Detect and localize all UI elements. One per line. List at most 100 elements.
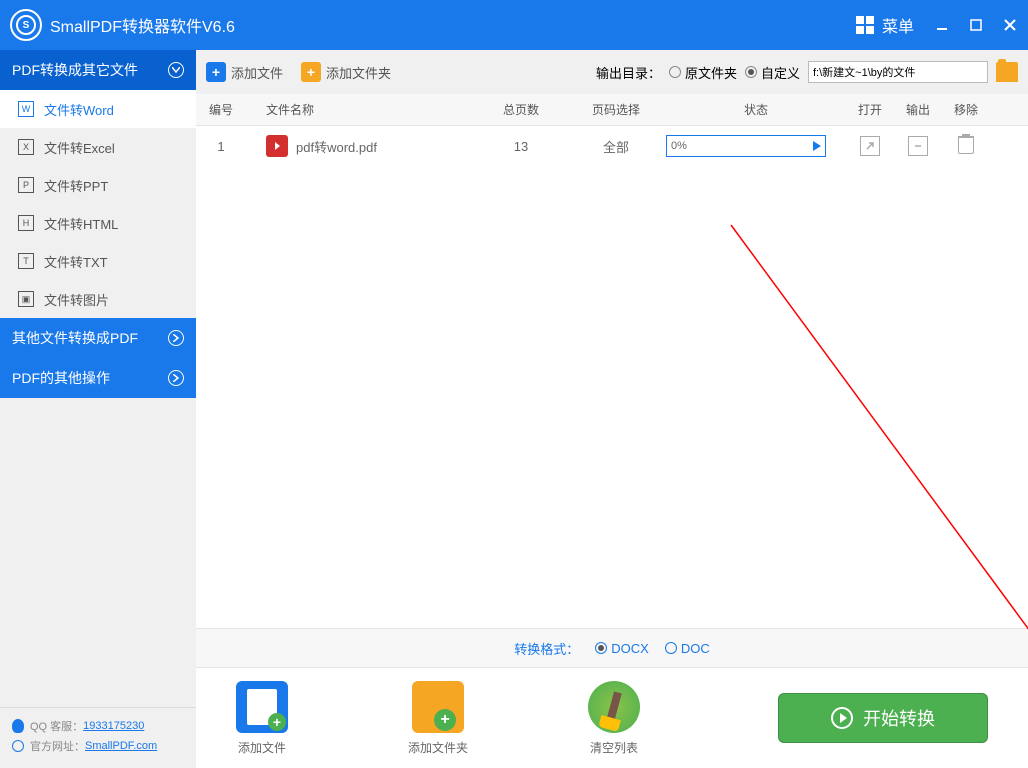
format-docx-radio[interactable]: DOCX (595, 641, 649, 656)
chevron-right-icon (168, 330, 184, 346)
toolbar: + 添加文件 + 添加文件夹 输出目录： 原文件夹 自定义 (196, 50, 1028, 94)
big-action-label: 添加文件夹 (408, 739, 468, 756)
menu-button[interactable]: 菜单 (856, 13, 914, 37)
header-status: 状态 (666, 101, 846, 118)
format-option: DOC (681, 641, 710, 656)
bottom-actions: + 添加文件 + 添加文件夹 清空列表 开始转换 (196, 668, 1028, 768)
chevron-right-icon (168, 370, 184, 386)
browse-folder-button[interactable] (996, 62, 1018, 82)
sidebar-item-ppt[interactable]: P文件转PPT (0, 166, 196, 204)
category-other-to-pdf[interactable]: 其他文件转换成PDF (0, 318, 196, 358)
header-name: 文件名称 (246, 101, 476, 118)
excel-icon: X (18, 139, 34, 155)
table-header: 编号 文件名称 总页数 页码选择 状态 打开 输出 移除 (196, 94, 1028, 126)
sidebar-item-excel[interactable]: X 文件转Excel (0, 128, 196, 166)
category-pdf-to-other[interactable]: PDF转换成其它文件 (0, 50, 196, 90)
pdf-icon (266, 135, 288, 157)
ppt-icon: P (18, 177, 34, 193)
sidebar: PDF转换成其它文件 W文件转Word X文件转Excel P文件转PPT H文… (0, 50, 196, 768)
add-file-button[interactable]: + 添加文件 (206, 62, 283, 82)
footer-info: QQ 客服：1933175230 官方网址：SmallPDF.com (0, 707, 196, 768)
sidebar-item-label: 文件转图片 (44, 290, 109, 309)
format-label: 转换格式： (514, 639, 579, 658)
start-label: 开始转换 (863, 705, 935, 731)
maximize-button[interactable] (968, 17, 984, 33)
site-link[interactable]: SmallPDF.com (85, 740, 157, 752)
radio-label: 原文件夹 (685, 63, 737, 82)
category-label: PDF的其他操作 (12, 368, 110, 388)
qq-icon (12, 719, 24, 733)
header-pages: 总页数 (476, 101, 566, 118)
play-icon (813, 141, 821, 151)
word-icon: W (18, 101, 34, 117)
header-num: 编号 (196, 101, 246, 118)
file-list: 1 pdf转word.pdf 13 全部 0% (196, 126, 1028, 628)
image-icon: ▣ (18, 291, 34, 307)
plus-icon: + (206, 62, 226, 82)
site-label: 官方网址： (30, 738, 85, 754)
sidebar-item-word[interactable]: W 文件转Word (0, 90, 196, 128)
add-folder-label: 添加文件夹 (326, 63, 391, 82)
open-file-button[interactable] (860, 136, 880, 156)
format-option: DOCX (611, 641, 649, 656)
html-icon: H (18, 215, 34, 231)
qq-link[interactable]: 1933175230 (83, 720, 144, 732)
category-label: PDF转换成其它文件 (12, 60, 138, 80)
row-filename: pdf转word.pdf (296, 137, 377, 156)
row-pages: 13 (476, 139, 566, 154)
table-row[interactable]: 1 pdf转word.pdf 13 全部 0% (196, 126, 1028, 166)
sidebar-spacer (0, 398, 196, 707)
radio-icon (665, 642, 677, 654)
radio-original-folder[interactable]: 原文件夹 (669, 63, 737, 82)
progress-bar[interactable]: 0% (666, 135, 826, 157)
titlebar: S SmallPDF转换器软件V6.6 菜单 (0, 0, 1028, 50)
txt-icon: T (18, 253, 34, 269)
big-action-label: 添加文件 (238, 739, 286, 756)
row-num: 1 (196, 139, 246, 154)
format-doc-radio[interactable]: DOC (665, 641, 710, 656)
ie-icon (12, 740, 24, 752)
menu-label: 菜单 (882, 13, 914, 37)
remove-button[interactable] (958, 136, 974, 154)
output-button[interactable] (908, 136, 928, 156)
start-convert-button[interactable]: 开始转换 (778, 693, 988, 743)
chevron-down-icon (168, 62, 184, 78)
big-action-label: 清空列表 (590, 739, 638, 756)
qq-label: QQ 客服： (30, 718, 83, 734)
sidebar-item-label: 文件转HTML (44, 214, 118, 233)
sidebar-item-html[interactable]: H 文件转HTML (0, 204, 196, 242)
content: + 添加文件 + 添加文件夹 输出目录： 原文件夹 自定义 编号 文件名称 总页数 … (196, 50, 1028, 768)
sidebar-item-label: 文件转Word (44, 100, 114, 119)
radio-label: 自定义 (761, 63, 800, 82)
sidebar-item-label: 文件转TXT (44, 252, 108, 271)
radio-icon (669, 66, 681, 78)
sidebar-item-txt[interactable]: T 文件转TXT (0, 242, 196, 280)
big-add-folder-button[interactable]: + 添加文件夹 (408, 681, 468, 756)
category-pdf-other-ops[interactable]: PDF的其他操作 (0, 358, 196, 398)
header-open: 打开 (846, 101, 894, 118)
add-folder-button[interactable]: + 添加文件夹 (301, 62, 391, 82)
app-logo-icon: S (10, 9, 42, 41)
output-path-input[interactable] (808, 61, 988, 83)
radio-custom-folder[interactable]: 自定义 (745, 63, 800, 82)
add-folder-icon: + (412, 681, 464, 733)
big-clear-list-button[interactable]: 清空列表 (588, 681, 640, 756)
radio-checked-icon (745, 66, 757, 78)
progress-text: 0% (671, 140, 687, 152)
row-page-select[interactable]: 全部 (566, 137, 666, 156)
big-add-file-button[interactable]: + 添加文件 (236, 681, 288, 756)
category-label: 其他文件转换成PDF (12, 328, 138, 348)
header-remove: 移除 (942, 101, 990, 118)
output-dir-label: 输出目录： (596, 63, 661, 82)
minimize-button[interactable] (934, 17, 950, 33)
header-select: 页码选择 (566, 101, 666, 118)
play-icon (831, 707, 853, 729)
add-file-label: 添加文件 (231, 63, 283, 82)
arrow-annotation-icon (726, 220, 1028, 690)
radio-checked-icon (595, 642, 607, 654)
add-file-icon: + (236, 681, 288, 733)
sidebar-item-label: 文件转Excel (44, 138, 115, 157)
plus-icon: + (301, 62, 321, 82)
sidebar-item-image[interactable]: ▣ 文件转图片 (0, 280, 196, 318)
close-button[interactable] (1002, 17, 1018, 33)
